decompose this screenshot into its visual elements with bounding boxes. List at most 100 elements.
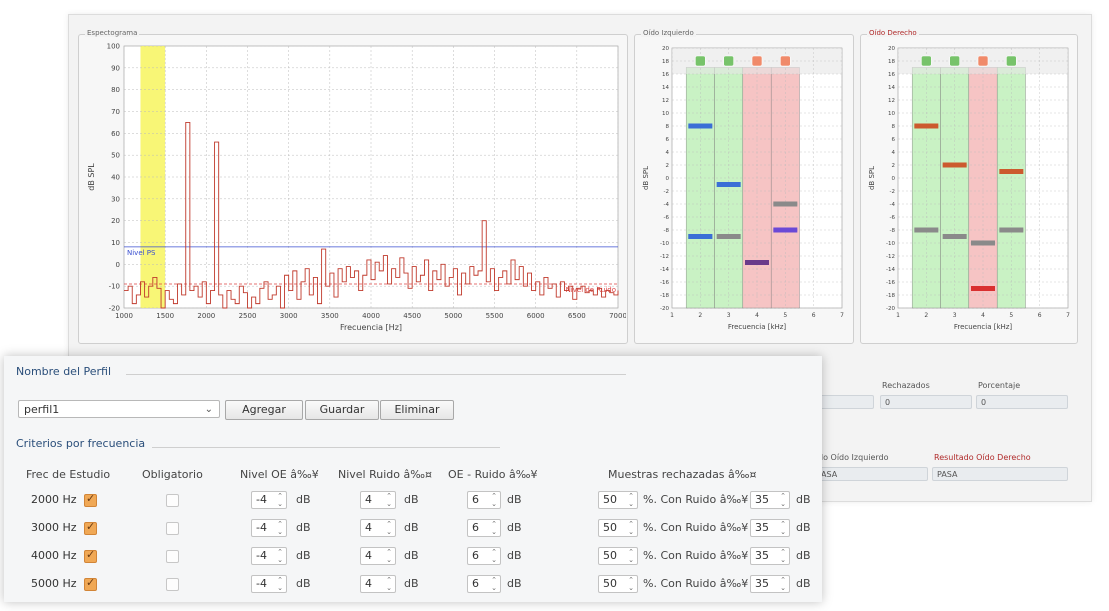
ear-y-tick-label: -6 <box>664 215 670 221</box>
header-mandatory: Obligatorio <box>142 468 203 481</box>
spinner-arrows-icon[interactable]: ⌃ ⌄ <box>626 520 636 536</box>
spinner-arrows-icon[interactable]: ⌃ ⌄ <box>275 492 285 508</box>
spinner-arrows-icon[interactable]: ⌃ ⌄ <box>489 520 499 536</box>
noise-level-spinner[interactable]: 4 ⌃ ⌄ <box>360 575 396 593</box>
noise-threshold-spinner[interactable]: 35 ⌃ ⌄ <box>750 519 790 537</box>
spinner-arrows-icon[interactable]: ⌃ ⌄ <box>489 492 499 508</box>
spinner-arrows-icon[interactable]: ⌃ ⌄ <box>384 548 394 564</box>
oe-level-spinner[interactable]: -4 ⌃ ⌄ <box>251 491 287 509</box>
ear-x-axis-label: Frecuencia [kHz] <box>954 323 1013 331</box>
db-unit: dB <box>796 577 811 590</box>
mandatory-checkbox[interactable] <box>166 494 179 507</box>
db-unit: dB <box>404 521 419 534</box>
x-tick-label: 3500 <box>321 312 339 320</box>
rejected-label: Rechazados <box>882 381 930 390</box>
y-tick-label: 100 <box>107 43 120 51</box>
rejected-percent-spinner[interactable]: 50 ⌃ ⌄ <box>598 491 638 509</box>
oe-level-spinner[interactable]: -4 ⌃ ⌄ <box>251 547 287 565</box>
spinner-arrows-icon[interactable]: ⌃ ⌄ <box>275 548 285 564</box>
rejected-percent-spinner[interactable]: 50 ⌃ ⌄ <box>598 575 638 593</box>
oe-noise-spinner[interactable]: 6 ⌃ ⌄ <box>467 575 501 593</box>
noise-level-spinner[interactable]: 4 ⌃ ⌄ <box>360 491 396 509</box>
mandatory-checkbox[interactable] <box>166 550 179 563</box>
oe-level-spinner[interactable]: -4 ⌃ ⌄ <box>251 575 287 593</box>
db-unit: dB <box>296 493 311 506</box>
ear-y-tick-label: -18 <box>660 293 669 299</box>
percent-noise-unit: %. Con Ruido â‰¥ <box>643 549 749 562</box>
spinner-arrows-icon[interactable]: ⌃ ⌄ <box>778 492 788 508</box>
frequency-column <box>940 67 970 309</box>
mandatory-checkbox[interactable] <box>166 578 179 591</box>
y-tick-label: 0 <box>116 261 120 269</box>
noise-level-spinner[interactable]: 4 ⌃ ⌄ <box>360 519 396 537</box>
add-profile-button[interactable]: Agregar <box>225 400 303 420</box>
noise-threshold-spinner-value: 35 <box>755 493 769 506</box>
profile-select[interactable]: perfil1 ⌄ <box>18 400 220 418</box>
ear-y-tick-label: 20 <box>888 46 895 52</box>
x-tick-label: 5500 <box>486 312 504 320</box>
frequency-enabled-checkbox[interactable] <box>84 548 97 563</box>
spinner-arrows-icon[interactable]: ⌃ ⌄ <box>626 492 636 508</box>
profile-dialog: Nombre del Perfil perfil1 ⌄ Agregar Guar… <box>4 356 822 602</box>
spinner-arrows-icon[interactable]: ⌃ ⌄ <box>778 520 788 536</box>
oe-noise-spinner[interactable]: 6 ⌃ ⌄ <box>467 491 501 509</box>
percent-noise-unit: %. Con Ruido â‰¥ <box>643 493 749 506</box>
frequency-enabled-checkbox[interactable] <box>84 492 97 507</box>
oe-level-spinner-value: -4 <box>256 521 267 534</box>
noise-threshold-spinner[interactable]: 35 ⌃ ⌄ <box>750 575 790 593</box>
ear-y-tick-label: 12 <box>662 98 669 104</box>
save-profile-button[interactable]: Guardar <box>305 400 379 420</box>
ear-x-tick-label: 5 <box>783 312 787 319</box>
row-frequency-label: 4000 Hz <box>31 549 77 562</box>
ear-x-axis-label: Frecuencia [kHz] <box>728 323 787 331</box>
y-tick-label: 70 <box>111 108 120 116</box>
spinner-arrows-icon[interactable]: ⌃ ⌄ <box>626 548 636 564</box>
header-noise: Nivel Ruido â‰¤ <box>338 468 432 481</box>
ear-x-tick-label: 4 <box>755 312 759 319</box>
db-unit: dB <box>507 577 522 590</box>
oe-noise-spinner[interactable]: 6 ⌃ ⌄ <box>467 519 501 537</box>
delete-profile-button[interactable]: Eliminar <box>380 400 454 420</box>
spinner-arrows-icon[interactable]: ⌃ ⌄ <box>489 576 499 592</box>
frequency-enabled-checkbox[interactable] <box>84 576 97 591</box>
spinner-arrows-icon[interactable]: ⌃ ⌄ <box>384 576 394 592</box>
mandatory-checkbox[interactable] <box>166 522 179 535</box>
right-result-field: PASA <box>932 467 1068 481</box>
status-icon <box>1006 55 1017 67</box>
frequency-enabled-checkbox[interactable] <box>84 520 97 535</box>
spinner-arrows-icon[interactable]: ⌃ ⌄ <box>384 520 394 536</box>
ear-y-tick-label: 0 <box>892 176 896 182</box>
ear-y-axis-label: dB SPL <box>642 166 650 190</box>
rejected-percent-spinner[interactable]: 50 ⌃ ⌄ <box>598 547 638 565</box>
oe-noise-spinner-value: 6 <box>472 549 479 562</box>
noise-level-spinner-value: 4 <box>365 521 372 534</box>
noise-level-spinner[interactable]: 4 ⌃ ⌄ <box>360 547 396 565</box>
ear-y-tick-label: 4 <box>892 150 896 156</box>
status-icon <box>977 55 989 67</box>
percent-noise-unit: %. Con Ruido â‰¥ <box>643 521 749 534</box>
spinner-arrows-icon[interactable]: ⌃ ⌄ <box>275 576 285 592</box>
spinner-arrows-icon[interactable]: ⌃ ⌄ <box>384 492 394 508</box>
ear-y-tick-label: 18 <box>662 59 669 65</box>
noise-threshold-spinner[interactable]: 35 ⌃ ⌄ <box>750 491 790 509</box>
oe-level-spinner[interactable]: -4 ⌃ ⌄ <box>251 519 287 537</box>
spinner-arrows-icon[interactable]: ⌃ ⌄ <box>489 548 499 564</box>
spinner-arrows-icon[interactable]: ⌃ ⌄ <box>778 576 788 592</box>
spinner-arrows-icon[interactable]: ⌃ ⌄ <box>275 520 285 536</box>
frequency-column <box>714 67 744 309</box>
spinner-arrows-icon[interactable]: ⌃ ⌄ <box>626 576 636 592</box>
rejected-percent-spinner[interactable]: 50 ⌃ ⌄ <box>598 519 638 537</box>
x-tick-label: 1000 <box>115 312 133 320</box>
right-result-label: Resultado Oído Derecho <box>934 453 1031 462</box>
x-tick-label: 2000 <box>197 312 215 320</box>
oe-noise-spinner[interactable]: 6 ⌃ ⌄ <box>467 547 501 565</box>
x-tick-label: 6000 <box>527 312 545 320</box>
spinner-arrows-icon[interactable]: ⌃ ⌄ <box>778 548 788 564</box>
y-tick-label: 30 <box>111 195 120 203</box>
ear-y-tick-label: -10 <box>886 241 895 247</box>
db-unit: dB <box>404 549 419 562</box>
noise-threshold-spinner[interactable]: 35 ⌃ ⌄ <box>750 547 790 565</box>
y-tick-label: 50 <box>111 152 120 160</box>
percent-noise-unit: %. Con Ruido â‰¥ <box>643 577 749 590</box>
noise-bar <box>716 234 741 239</box>
